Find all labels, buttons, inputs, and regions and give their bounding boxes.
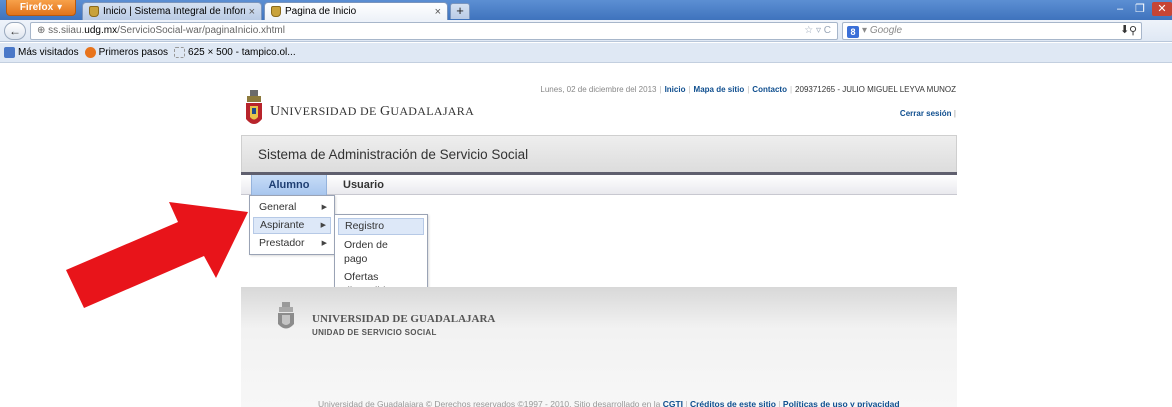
- caret-right-icon: ▶: [321, 240, 327, 247]
- bookmark-label: Primeros pasos: [98, 47, 169, 58]
- mapa-de-sitio-link[interactable]: Mapa de sitio: [694, 85, 745, 94]
- url-path: /ServicioSocial-war/paginaInicio.xhtml: [117, 25, 285, 36]
- current-date: Lunes, 02 de diciembre del 2013: [540, 85, 657, 94]
- google-icon: 8: [847, 26, 859, 38]
- page-title: Sistema de Administración de Servicio So…: [258, 147, 529, 162]
- menu-item-registro[interactable]: Registro: [338, 218, 424, 235]
- close-icon[interactable]: ×: [249, 6, 255, 18]
- restore-icon[interactable]: ❐: [1130, 2, 1150, 16]
- udg-crest-gray-logo: [278, 302, 294, 329]
- search-icon[interactable]: ⚲: [1129, 23, 1137, 39]
- menu-item-label-line2: pago: [344, 253, 368, 265]
- caret-right-icon: ▶: [320, 222, 326, 229]
- contacto-link[interactable]: Contacto: [752, 85, 787, 94]
- search-placeholder: Google: [869, 25, 903, 36]
- footer-legal: Universidad de Guadalajara © Derechos re…: [318, 399, 900, 407]
- menu-item-orden-de-pago[interactable]: Orden de pago: [338, 238, 424, 266]
- menu-item-label: Aspirante: [260, 219, 305, 231]
- footer-copyright: Universidad de Guadalajara © Derechos re…: [318, 399, 663, 407]
- close-icon[interactable]: ×: [435, 6, 441, 18]
- window-close-icon[interactable]: ✕: [1152, 2, 1172, 16]
- red-arrow-annotation: [66, 202, 248, 308]
- minimize-icon[interactable]: –: [1110, 2, 1130, 16]
- url-prefix: ss.siiau.: [48, 25, 85, 36]
- footer-university-name: UNIVERSIDAD DE GUADALAJARA: [312, 313, 496, 325]
- firefox-icon: [84, 47, 96, 58]
- menu-usuario[interactable]: Usuario: [343, 175, 389, 195]
- menu-item-prestador[interactable]: Prestador ▶: [253, 235, 331, 252]
- main-menu: Alumno Usuario: [241, 175, 957, 195]
- menu-item-label-line1: Orden de: [344, 239, 388, 251]
- caret-right-icon: ▶: [321, 204, 327, 211]
- tab-title: Inicio | Sistema Integral de Informaci..…: [103, 6, 245, 17]
- tab-pagina-de-inicio[interactable]: Pagina de Inicio ×: [264, 2, 448, 20]
- top-info-bar: Lunes, 02 de diciembre del 2013 | Inicio | M…: [540, 85, 956, 94]
- udg-favicon-icon: [271, 6, 281, 17]
- page-icon: [174, 47, 186, 58]
- footer-unit-name: UNIDAD DE SERVICIO SOCIAL: [312, 328, 437, 337]
- bookmark-star-icon[interactable]: ☆ ▿ C: [804, 23, 831, 39]
- udg-crest-logo: [246, 90, 262, 124]
- menu-item-label-line1: Ofertas: [344, 271, 379, 283]
- navigation-toolbar: ← ⊕ ss.siiau.udg.mx/ServicioSocial-war/p…: [0, 20, 1172, 42]
- logout-link[interactable]: Cerrar sesión |: [876, 109, 956, 118]
- bookmarks-folder-icon: [4, 47, 15, 58]
- bookmark-label: 625 × 500 - tampico.ol...: [188, 47, 296, 58]
- university-logo-text: UNIVERSIDAD DE GUADALAJARA: [270, 104, 475, 119]
- inicio-link[interactable]: Inicio: [665, 85, 686, 94]
- bookmark-label: Más visitados: [18, 47, 79, 58]
- search-engine-dropdown-icon: ▾: [862, 25, 870, 36]
- bookmark-tampico[interactable]: 625 × 500 - tampico.ol...: [174, 47, 296, 58]
- menu-alumno[interactable]: Alumno: [251, 175, 327, 195]
- globe-icon: ⊕: [37, 25, 49, 36]
- page-footer: [241, 287, 957, 407]
- menu-item-label: General: [259, 201, 297, 213]
- menu-item-aspirante[interactable]: Aspirante ▶: [253, 217, 331, 234]
- url-domain: udg.mx: [84, 25, 118, 36]
- toolbar-icons: ⬇: [1120, 23, 1129, 36]
- bookmarks-toolbar: Más visitados Primeros pasos 625 × 500 -…: [0, 43, 1172, 63]
- logout-label: Cerrar sesión: [899, 109, 952, 118]
- url-bar[interactable]: ⊕ ss.siiau.udg.mx/ServicioSocial-war/pag…: [30, 22, 838, 40]
- creditos-link[interactable]: Créditos de este sitio: [690, 399, 776, 407]
- politicas-link[interactable]: Políticas de uso y privacidad: [783, 399, 900, 407]
- menu-item-general[interactable]: General ▶: [253, 199, 331, 216]
- system-title-bar: Sistema de Administración de Servicio So…: [241, 135, 957, 173]
- bookmark-mas-visitados[interactable]: Más visitados: [4, 47, 79, 58]
- menu-item-label: Prestador: [259, 237, 305, 249]
- search-bar[interactable]: 8 ▾ Google ⚲: [842, 22, 1142, 40]
- browser-titlebar: Firefox ▾ Inicio | Sistema Integral de I…: [0, 0, 1172, 20]
- download-icon[interactable]: ⬇: [1120, 24, 1129, 36]
- tab-inicio[interactable]: Inicio | Sistema Integral de Informaci..…: [82, 2, 262, 20]
- tab-title: Pagina de Inicio: [285, 6, 357, 17]
- user-info: 209371265 - JULIO MIGUEL LEYVA MUNOZ: [795, 85, 956, 94]
- bookmark-primeros-pasos[interactable]: Primeros pasos: [84, 47, 169, 58]
- menu-item-label: Registro: [345, 220, 385, 232]
- alumno-dropdown: General ▶ Aspirante ▶ Prestador ▶: [249, 195, 335, 255]
- firefox-menu-button[interactable]: Firefox ▾: [6, 0, 76, 16]
- cgti-link[interactable]: CGTI: [663, 399, 683, 407]
- back-arrow-icon[interactable]: ←: [4, 22, 26, 40]
- new-tab-button[interactable]: +: [450, 3, 470, 19]
- firefox-label: Firefox: [19, 2, 54, 13]
- udg-favicon-icon: [89, 6, 99, 17]
- chevron-down-icon: ▾: [57, 2, 63, 13]
